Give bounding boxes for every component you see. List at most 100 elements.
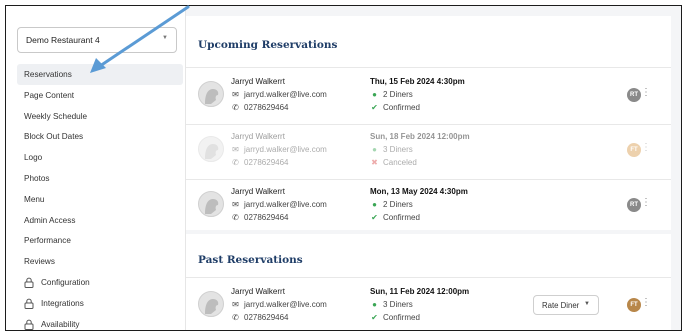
diner-phone-text: 0278629464 <box>244 213 289 222</box>
lock-icon <box>24 298 34 309</box>
sidebar-item-label: Reviews <box>24 257 55 267</box>
sidebar-item-configuration[interactable]: Configuration <box>17 272 183 293</box>
reservation-row[interactable]: Jarryd Walkerrt ✉ jarryd.walker@live.com … <box>186 181 671 233</box>
sidebar-item-availability[interactable]: Availability <box>17 314 183 330</box>
diner-email: ✉ jarryd.walker@live.com <box>231 300 327 309</box>
sidebar-item-label: Admin Access <box>24 215 76 225</box>
mail-icon: ✉ <box>232 300 239 309</box>
reservation-row[interactable]: Jarryd Walkerrt ✉ jarryd.walker@live.com … <box>186 281 671 330</box>
diner-count-text: 2 Diners <box>383 200 413 209</box>
diner-email: ✉ jarryd.walker@live.com <box>231 200 327 209</box>
diner-email-text: jarryd.walker@live.com <box>244 90 327 99</box>
sidebar-item-weekly-schedule[interactable]: Weekly Schedule <box>17 106 183 127</box>
check-circle-icon: ✔ <box>371 313 378 322</box>
reservation-status: ✔ Confirmed <box>370 213 420 222</box>
phone-icon: ✆ <box>232 213 239 222</box>
sidebar-item-page-content[interactable]: Page Content <box>17 85 183 106</box>
phone-icon: ✆ <box>232 103 239 112</box>
divider <box>186 124 671 125</box>
restaurant-select-value: Demo Restaurant 4 <box>26 35 100 45</box>
divider <box>186 179 671 180</box>
avatar <box>198 291 224 317</box>
sidebar-item-menu[interactable]: Menu <box>17 189 183 210</box>
sidebar-item-performance[interactable]: Performance <box>17 230 183 251</box>
upcoming-reservations-card: Upcoming Reservations Jarryd Walkerrt ✉ j… <box>186 16 671 230</box>
section-title-upcoming: Upcoming Reservations <box>198 39 338 51</box>
sidebar-item-label: Reservations <box>24 70 72 79</box>
sidebar: Demo Restaurant 4 ▼ Reservations Page Co… <box>6 6 186 330</box>
x-circle-icon: ✖ <box>371 158 378 167</box>
more-options-icon[interactable]: ⋮ <box>641 197 651 208</box>
divider <box>186 67 671 68</box>
diner-email: ✉ jarryd.walker@live.com <box>231 90 327 99</box>
more-options-icon[interactable]: ⋮ <box>641 87 651 98</box>
phone-icon: ✆ <box>232 313 239 322</box>
reservation-status: ✔ Confirmed <box>370 313 420 322</box>
diner-email: ✉ jarryd.walker@live.com <box>231 145 327 154</box>
more-options-icon[interactable]: ⋮ <box>641 142 651 153</box>
app-frame: Demo Restaurant 4 ▼ Reservations Page Co… <box>5 5 682 331</box>
diner-phone: ✆ 0278629464 <box>231 213 289 222</box>
lock-icon <box>24 277 34 288</box>
phone-icon: ✆ <box>232 158 239 167</box>
diner-count: ● 3 Diners <box>370 145 413 154</box>
reservation-status-text: Confirmed <box>383 213 420 222</box>
sidebar-item-logo[interactable]: Logo <box>17 147 183 168</box>
sidebar-item-reviews[interactable]: Reviews <box>17 251 183 272</box>
sidebar-item-label: Menu <box>24 194 45 204</box>
diner-count: ● 2 Diners <box>370 90 413 99</box>
check-circle-icon: ✔ <box>371 213 378 222</box>
main-content: Upcoming Reservations Jarryd Walkerrt ✉ j… <box>186 6 681 330</box>
reservation-status: ✖ Canceled <box>370 158 417 167</box>
sidebar-item-label: Logo <box>24 153 43 163</box>
diner-count-text: 3 Diners <box>383 145 413 154</box>
divider <box>186 277 671 278</box>
lock-icon <box>24 319 34 330</box>
past-reservations-card: Past Reservations Jarryd Walkerrt ✉ jarry… <box>186 234 671 330</box>
reservation-status-text: Confirmed <box>383 313 420 322</box>
reservation-status: ✔ Confirmed <box>370 103 420 112</box>
avatar <box>198 191 224 217</box>
mail-icon: ✉ <box>232 200 239 209</box>
sidebar-item-admin-access[interactable]: Admin Access <box>17 210 183 231</box>
reservation-date: Mon, 13 May 2024 4:30pm <box>370 187 468 196</box>
more-options-icon[interactable]: ⋮ <box>641 297 651 308</box>
sidebar-item-reservations[interactable]: Reservations <box>17 64 183 85</box>
diner-email-text: jarryd.walker@live.com <box>244 200 327 209</box>
sidebar-item-photos[interactable]: Photos <box>17 168 183 189</box>
diner-count: ● 2 Diners <box>370 200 413 209</box>
chevron-down-icon: ▼ <box>162 35 168 41</box>
rate-diner-button[interactable]: Rate Diner ▼ <box>533 295 599 315</box>
diner-count-text: 2 Diners <box>383 90 413 99</box>
sidebar-item-label: Availability <box>41 319 80 329</box>
diner-email-text: jarryd.walker@live.com <box>244 145 327 154</box>
reservation-status-text: Canceled <box>383 158 417 167</box>
sidebar-item-block-out-dates[interactable]: Block Out Dates <box>17 126 183 147</box>
avatar <box>198 81 224 107</box>
reservation-row[interactable]: Jarryd Walkerrt ✉ jarryd.walker@live.com … <box>186 71 671 123</box>
person-icon: ● <box>372 300 377 309</box>
reservation-date: Thu, 15 Feb 2024 4:30pm <box>370 77 465 86</box>
diner-name: Jarryd Walkerrt <box>231 77 285 86</box>
sidebar-nav: Reservations Page Content Weekly Schedul… <box>17 64 183 330</box>
diner-phone: ✆ 0278629464 <box>231 313 289 322</box>
diner-phone-text: 0278629464 <box>244 103 289 112</box>
sidebar-item-label: Block Out Dates <box>24 132 84 142</box>
sidebar-item-label: Integrations <box>41 298 84 308</box>
sidebar-item-label: Page Content <box>24 90 75 100</box>
sidebar-item-label: Photos <box>24 173 50 183</box>
check-circle-icon: ✔ <box>371 103 378 112</box>
diner-phone-text: 0278629464 <box>244 158 289 167</box>
diner-phone-text: 0278629464 <box>244 313 289 322</box>
reservation-row[interactable]: Jarryd Walkerrt ✉ jarryd.walker@live.com … <box>186 126 671 178</box>
sidebar-item-label: Performance <box>24 236 71 246</box>
mail-icon: ✉ <box>232 145 239 154</box>
reservation-status-text: Confirmed <box>383 103 420 112</box>
restaurant-select[interactable]: Demo Restaurant 4 ▼ <box>17 27 177 53</box>
sidebar-item-integrations[interactable]: Integrations <box>17 293 183 314</box>
diner-name: Jarryd Walkerrt <box>231 132 285 141</box>
diner-name: Jarryd Walkerrt <box>231 187 285 196</box>
diner-phone: ✆ 0278629464 <box>231 103 289 112</box>
staff-initials-badge: RT <box>627 88 641 102</box>
staff-initials-badge: FT <box>627 143 641 157</box>
